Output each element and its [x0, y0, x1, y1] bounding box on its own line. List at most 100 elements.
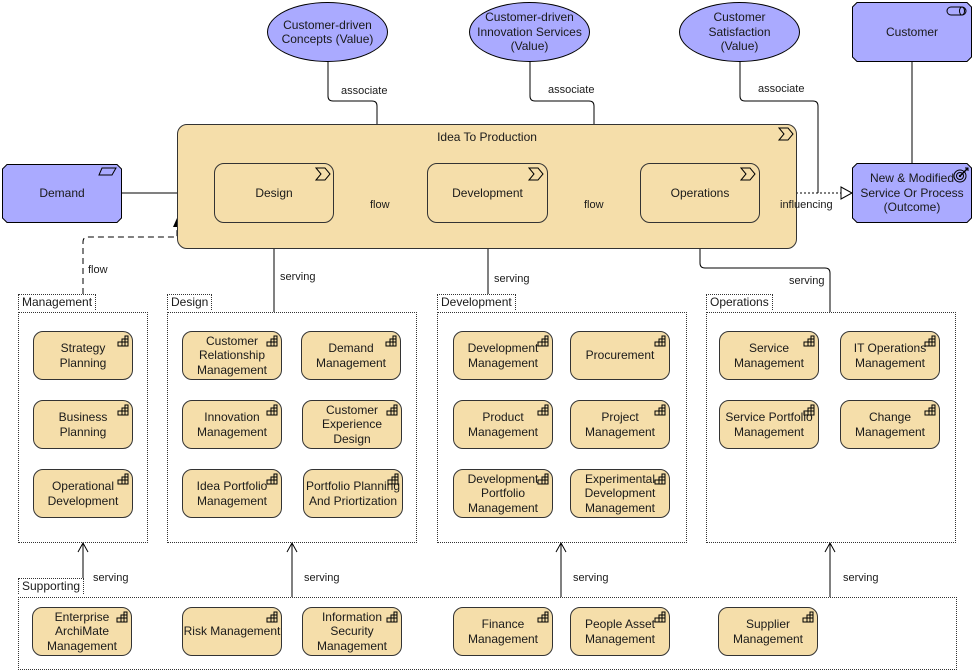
capability-development-2[interactable]: Product Management: [453, 400, 553, 449]
group-supporting-tab: Supporting: [18, 578, 85, 594]
capability-design-4[interactable]: Idea Portfolio Management: [182, 469, 282, 518]
capability-management-2[interactable]: Operational Development: [33, 469, 133, 518]
capability-design-5[interactable]: Portfolio Planning And Priortization: [303, 469, 403, 518]
archimate-diagram: Customer-driven Concepts (Value) Custome…: [0, 0, 973, 672]
capability-label: Idea Portfolio Management: [196, 479, 268, 508]
capability-management-0[interactable]: Strategy Planning: [33, 331, 133, 380]
value-stream-title: Idea To Production: [437, 130, 537, 144]
capability-design-1[interactable]: Demand Management: [301, 331, 401, 380]
capability-operations-3[interactable]: Change Management: [840, 400, 940, 449]
group-development-tab: Development: [437, 294, 516, 310]
capability-label: Change Management: [854, 410, 926, 439]
capability-label: Strategy Planning: [59, 341, 107, 370]
serving-label-development: serving: [494, 273, 530, 285]
capability-icon: [266, 404, 278, 420]
capability-icon: [117, 473, 129, 489]
capability-icon: [385, 335, 397, 351]
capability-label: Product Management: [467, 410, 539, 439]
capability-label: Supplier Management: [732, 617, 804, 646]
capability-label: Service Management: [733, 341, 805, 370]
associate-label-3: associate: [758, 83, 805, 95]
serving-label-supporting-2: serving: [304, 572, 340, 584]
capability-development-5[interactable]: Experimental Development Management: [570, 469, 670, 518]
value-label: Customer-driven Innovation Services (Val…: [477, 10, 582, 54]
serving-label-supporting-3: serving: [573, 572, 609, 584]
stage-label: Operations: [670, 185, 730, 200]
capability-icon: [803, 404, 815, 420]
capability-label: Operational Development: [47, 479, 119, 508]
capability-icon: [266, 473, 278, 489]
capability-label: Development Management: [467, 341, 539, 370]
capability-operations-0[interactable]: Service Management: [719, 331, 819, 380]
capability-label: Finance Management: [467, 617, 539, 646]
capability-supporting-4[interactable]: People Asset Management: [570, 607, 670, 656]
capability-design-3[interactable]: Customer Experience Design: [302, 400, 402, 449]
capability-icon: [537, 335, 549, 351]
capability-icon: [266, 611, 278, 627]
influencing-label: influencing: [780, 199, 833, 211]
capability-supporting-2[interactable]: Information Security Management: [302, 607, 402, 656]
capability-label: Customer Experience Design: [321, 402, 383, 446]
stage-label: Design: [255, 185, 293, 200]
capability-icon: [117, 335, 129, 351]
capability-icon: [387, 473, 399, 489]
capability-label: Enterprise ArchiMate Management: [46, 609, 118, 653]
capability-development-3[interactable]: Project Management: [570, 400, 670, 449]
capability-management-1[interactable]: Business Planning: [33, 400, 133, 449]
capability-icon: [924, 404, 936, 420]
capability-supporting-5[interactable]: Supplier Management: [718, 607, 818, 656]
associate-label-2: associate: [548, 84, 595, 96]
value-customer-satisfaction[interactable]: Customer Satisfaction (Value): [679, 2, 800, 62]
capability-label: Information Security Management: [316, 609, 388, 653]
value-label: Customer-driven Concepts (Value): [281, 17, 374, 47]
capability-icon: [386, 404, 398, 420]
group-management-tab: Management: [18, 294, 97, 310]
capability-supporting-1[interactable]: Risk Management: [182, 607, 282, 656]
capability-development-4[interactable]: Development Portfolio Management: [453, 469, 553, 518]
capability-supporting-3[interactable]: Finance Management: [453, 607, 553, 656]
capability-label: Portfolio Planning And Priortization: [305, 479, 401, 508]
capability-icon: [117, 404, 129, 420]
capability-label: Innovation Management: [196, 410, 268, 439]
serving-label-operations: serving: [789, 275, 825, 287]
capability-label: People Asset Management: [584, 617, 656, 646]
capability-operations-1[interactable]: IT Operations Management: [840, 331, 940, 380]
capability-label: Procurement: [585, 348, 655, 363]
capability-label: Customer Relationship Management: [196, 333, 268, 377]
capability-label: Experimental Development Management: [584, 471, 656, 515]
capability-icon: [386, 611, 398, 627]
capability-design-0[interactable]: Customer Relationship Management: [182, 331, 282, 380]
capability-label: Development Portfolio Management: [467, 471, 539, 515]
capability-design-2[interactable]: Innovation Management: [182, 400, 282, 449]
capability-icon: [116, 611, 128, 627]
capability-label: Business Planning: [58, 410, 108, 439]
capability-icon: [803, 335, 815, 351]
business-event-icon: [98, 167, 117, 176]
capability-icon: [924, 335, 936, 351]
flow-label-2: flow: [584, 199, 604, 211]
capability-icon: [537, 473, 549, 489]
serving-label-supporting-1: serving: [93, 572, 129, 584]
value-customer-driven-innovation-services[interactable]: Customer-driven Innovation Services (Val…: [469, 2, 590, 62]
capability-icon: [654, 335, 666, 351]
value-customer-driven-concepts[interactable]: Customer-driven Concepts (Value): [267, 2, 388, 62]
group-operations-tab: Operations: [706, 294, 773, 310]
capability-icon: [802, 611, 814, 627]
flow-management-container: [82, 218, 181, 294]
business-role-icon: [946, 6, 967, 16]
capability-development-0[interactable]: Development Management: [453, 331, 553, 380]
capability-icon: [654, 404, 666, 420]
capability-icon: [266, 335, 278, 351]
capability-label: Project Management: [584, 410, 656, 439]
capability-icon: [537, 404, 549, 420]
serving-label-supporting-4: serving: [843, 572, 879, 584]
capability-icon: [537, 611, 549, 627]
stage-label: Development: [452, 185, 523, 200]
capability-operations-2[interactable]: Service Portfolio Management: [719, 400, 819, 449]
capability-supporting-0[interactable]: Enterprise ArchiMate Management: [32, 607, 132, 656]
capability-label: Demand Management: [315, 341, 387, 370]
group-design-tab: Design: [167, 294, 213, 310]
serving-label-design: serving: [280, 271, 316, 283]
flow-label-3: flow: [88, 264, 108, 276]
capability-development-1[interactable]: Procurement: [570, 331, 670, 380]
